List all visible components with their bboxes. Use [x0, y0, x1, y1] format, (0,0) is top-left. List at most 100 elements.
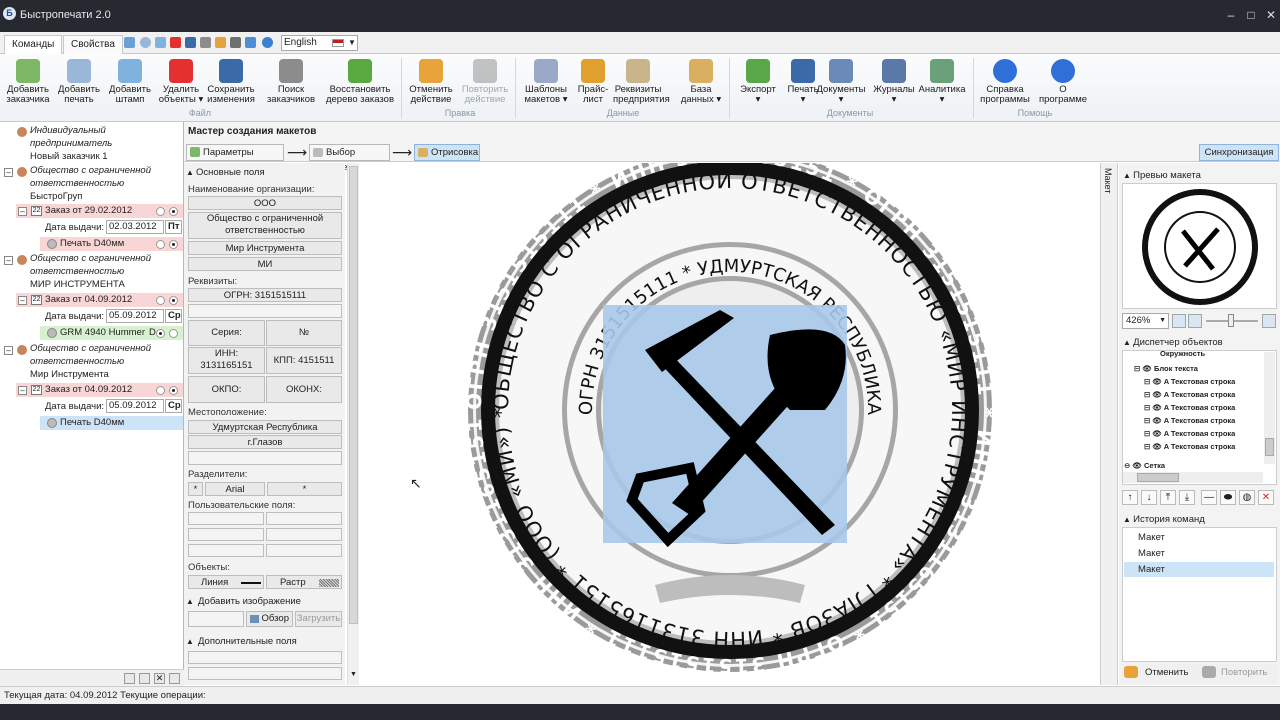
collapse-arrow-icon[interactable]: ▲ — [186, 637, 198, 646]
customer-type[interactable]: Общество с ограниченной — [30, 343, 151, 355]
export-button[interactable]: Экспорт ▾ — [733, 56, 783, 114]
documents-button[interactable]: Документы ▾ — [816, 56, 866, 114]
number-field[interactable]: № — [266, 320, 342, 346]
save-changes-button[interactable]: Сохранить изменения — [206, 56, 256, 114]
separator-right-field[interactable]: * — [267, 482, 342, 496]
org-form-field[interactable]: ООО — [188, 196, 342, 210]
item-name[interactable]: GRM 4940 Hummer — [60, 327, 145, 339]
add-ellipse-icon[interactable]: ⬬ — [1220, 490, 1236, 505]
radio[interactable] — [169, 207, 178, 216]
order-title[interactable]: Заказ от 04.09.2012 — [45, 294, 132, 306]
object-text-line[interactable]: ⊟ 👁 A Текстовая строка — [1144, 390, 1235, 399]
delete-object-icon[interactable]: ✕ — [1258, 490, 1274, 505]
stamp-icon[interactable] — [140, 37, 151, 48]
analytics-button[interactable]: Аналитика ▾ — [917, 56, 967, 114]
customer-type[interactable]: Индивидуальный — [30, 125, 106, 137]
tab-properties[interactable]: Свойства — [63, 35, 123, 54]
requisites-button[interactable]: Реквизиты предприятия — [613, 56, 670, 114]
stamp-drawing[interactable]: ОГРН 3151515111 * ИНН 3131165151 * ОГРН … — [360, 163, 1100, 685]
user-field[interactable] — [266, 528, 342, 541]
collapse-icon[interactable]: – — [4, 256, 13, 265]
add-line-icon[interactable]: — — [1201, 490, 1217, 505]
redo-button[interactable]: Повторить — [1221, 667, 1267, 678]
okpo-field[interactable]: ОКПО: — [188, 376, 265, 403]
object-text-line[interactable]: ⊟ 👁 A Текстовая строка — [1144, 429, 1235, 438]
object-text-line[interactable]: ⊟ 👁 A Текстовая строка — [1144, 403, 1235, 412]
user-field[interactable] — [266, 544, 342, 557]
close-window-button[interactable]: ✕ — [1262, 7, 1280, 23]
collapse-icon[interactable]: – — [18, 207, 27, 216]
sync-button[interactable]: Синхронизация — [1199, 144, 1279, 161]
user-field[interactable] — [188, 512, 264, 525]
radio[interactable] — [156, 386, 165, 395]
step-drawing[interactable]: Отрисовка — [414, 144, 480, 161]
history-item-selected[interactable]: Макет — [1124, 562, 1274, 577]
order-title[interactable]: Заказ от 29.02.2012 — [45, 205, 132, 217]
customer-type[interactable]: ответственностью — [30, 178, 124, 190]
collapse-icon[interactable]: – — [18, 296, 27, 305]
collapse-arrow-icon[interactable]: ▲ — [186, 597, 198, 606]
collapse-arrow-icon[interactable]: ▲ — [1123, 171, 1133, 180]
database-button[interactable]: База данных ▾ — [676, 56, 726, 114]
journals-button[interactable]: Журналы ▾ — [869, 56, 919, 114]
zoom-slider-thumb[interactable] — [1228, 314, 1234, 327]
move-down-icon[interactable]: ↓ — [1141, 490, 1157, 505]
scroll-thumb[interactable] — [1265, 438, 1274, 456]
object-tree-scrollbar[interactable] — [1264, 352, 1275, 464]
step-choose-template[interactable]: Выбор макета — [309, 144, 390, 173]
object-tree-hscroll[interactable] — [1123, 472, 1263, 483]
extra-field[interactable] — [188, 651, 342, 664]
user-field[interactable] — [188, 528, 264, 541]
undo-icon[interactable] — [215, 37, 226, 48]
refresh-icon[interactable] — [245, 37, 256, 48]
line-object[interactable]: Линия — [188, 575, 264, 589]
collapse-icon[interactable]: – — [18, 386, 27, 395]
series-field[interactable]: Серия: — [188, 320, 265, 346]
kpp-field[interactable]: КПП: 4151511 — [266, 347, 342, 374]
settings-icon[interactable] — [169, 673, 180, 684]
date-input[interactable]: 02.03.2012 — [106, 220, 164, 234]
help-icon[interactable] — [262, 37, 273, 48]
side-panel-strip[interactable] — [1100, 163, 1118, 685]
customer-name[interactable]: БыстроГруп — [30, 191, 82, 203]
scroll-thumb[interactable] — [1137, 473, 1179, 482]
user-field[interactable] — [188, 544, 264, 557]
zoom-select[interactable]: 426% ▼ — [1122, 313, 1169, 329]
history-item[interactable]: Макет — [1124, 530, 1274, 545]
collapse-arrow-icon[interactable]: ▲ — [1123, 515, 1133, 524]
add-stamp-button[interactable]: Добавить печать — [54, 56, 104, 114]
search-customers-button[interactable]: Поиск заказчиков — [266, 56, 316, 114]
collapse-arrow-icon[interactable]: ▲ — [1123, 338, 1133, 347]
radio[interactable] — [169, 386, 178, 395]
date-input[interactable]: 05.09.2012 — [106, 309, 164, 323]
customer-type[interactable]: ответственностью — [30, 266, 124, 278]
zoom-in-icon[interactable] — [1262, 314, 1276, 328]
object-text-block[interactable]: ⊟ 👁 Блок текста — [1134, 364, 1198, 373]
empty-field[interactable] — [188, 451, 342, 465]
org-abbr-field[interactable]: МИ — [188, 257, 342, 271]
object-grid[interactable]: ⊖ 👁 Сетка — [1124, 461, 1165, 470]
inn-field[interactable]: ИНН: 3131165151 — [188, 347, 265, 374]
object-text-line[interactable]: ⊟ 👁 A Текстовая строка — [1144, 416, 1235, 425]
user-field[interactable] — [266, 512, 342, 525]
empty-field[interactable] — [188, 304, 342, 318]
scroll-thumb[interactable] — [349, 166, 358, 624]
font-select[interactable]: Arial — [205, 482, 265, 496]
add-seal-button[interactable]: Добавить штамп — [105, 56, 155, 114]
customer-type[interactable]: Общество с ограниченной — [30, 253, 151, 265]
templates-button[interactable]: Шаблоны макетов ▾ — [521, 56, 571, 114]
org-name-field[interactable]: Мир Инструмента — [188, 241, 342, 255]
language-select[interactable]: English ▼ — [281, 35, 358, 51]
redo-icon[interactable] — [230, 37, 241, 48]
delete-icon[interactable] — [170, 37, 181, 48]
properties-scrollbar[interactable]: ▼ — [347, 163, 359, 685]
customer-type[interactable]: ответственностью — [30, 356, 124, 368]
collapse-icon[interactable]: – — [4, 346, 13, 355]
load-button[interactable]: Загрузить — [295, 611, 342, 627]
save-icon[interactable] — [185, 37, 196, 48]
fit-icon[interactable] — [1172, 314, 1186, 328]
search-icon[interactable] — [200, 37, 211, 48]
about-button[interactable]: Опрограмме — [1038, 56, 1088, 114]
extra-field[interactable] — [188, 667, 342, 680]
step-order-params[interactable]: Параметры заказа — [186, 144, 284, 173]
